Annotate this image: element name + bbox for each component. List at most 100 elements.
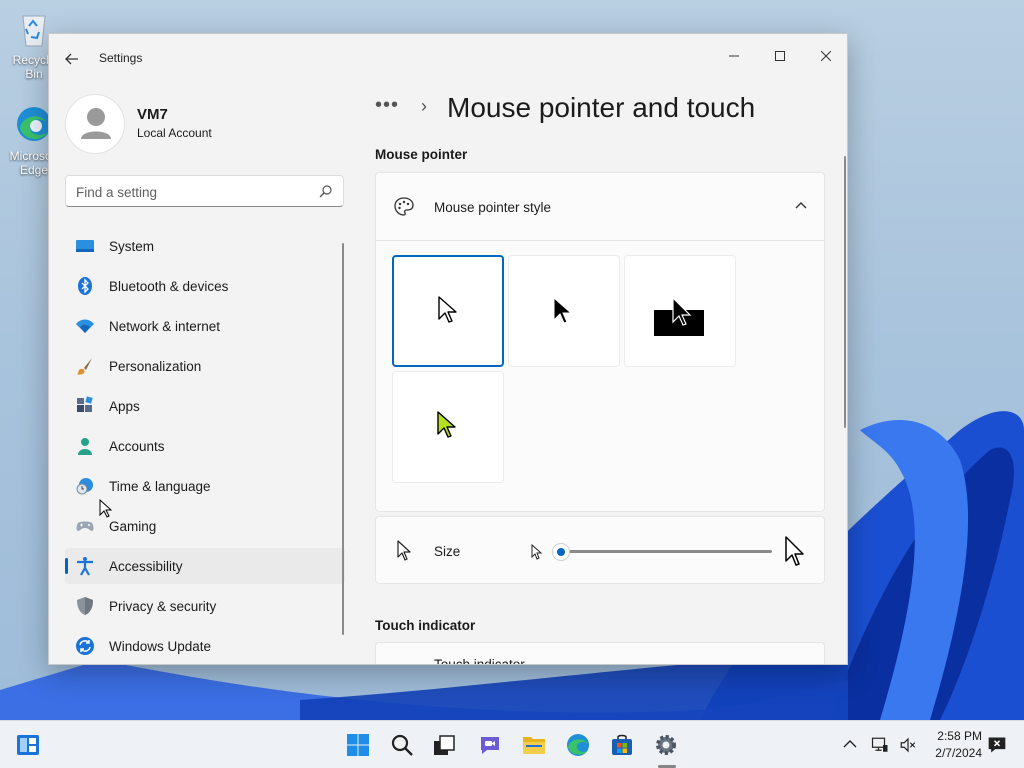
pointer-style-black[interactable] bbox=[508, 255, 620, 367]
task-view-icon bbox=[434, 735, 455, 755]
task-view-button[interactable] bbox=[428, 729, 460, 761]
clock-date[interactable]: 2/7/2024 bbox=[926, 746, 982, 760]
update-icon bbox=[76, 637, 94, 655]
edge-taskbar-button[interactable] bbox=[562, 729, 594, 761]
chat-button[interactable] bbox=[474, 729, 506, 761]
sidebar-item-label: Gaming bbox=[109, 519, 157, 534]
touch-indicator-label: Touch indicator bbox=[434, 657, 525, 665]
sidebar-item-privacy[interactable]: Privacy & security bbox=[65, 588, 345, 624]
widgets-icon bbox=[17, 735, 39, 755]
search-box[interactable] bbox=[65, 175, 344, 207]
sidebar-item-label: Network & internet bbox=[109, 319, 221, 334]
notifications-button[interactable] bbox=[984, 729, 1010, 761]
shield-icon bbox=[77, 597, 93, 615]
close-icon bbox=[820, 50, 832, 62]
pointer-style-white[interactable] bbox=[392, 255, 504, 367]
selection-indicator bbox=[65, 558, 68, 574]
section-title-mouse-pointer: Mouse pointer bbox=[375, 147, 468, 162]
system-icon bbox=[76, 240, 94, 252]
edge-icon bbox=[567, 734, 589, 756]
back-button[interactable] bbox=[61, 48, 83, 70]
size-slider-thumb[interactable] bbox=[552, 543, 570, 561]
notification-icon bbox=[988, 737, 1006, 753]
palette-icon bbox=[394, 197, 414, 216]
search-icon[interactable] bbox=[319, 184, 333, 198]
sidebar-item-system[interactable]: System bbox=[65, 228, 345, 264]
size-label: Size bbox=[434, 544, 461, 559]
sidebar-item-windows-update[interactable]: Windows Update bbox=[65, 628, 345, 664]
mouse-pointer-style-header[interactable]: Mouse pointer style bbox=[376, 173, 824, 241]
content-scrollbar[interactable] bbox=[844, 156, 846, 428]
sidebar-item-label: Windows Update bbox=[109, 639, 212, 654]
mouse-cursor-icon bbox=[99, 499, 113, 518]
pointer-style-inverted[interactable] bbox=[624, 255, 736, 367]
volume-muted-icon bbox=[900, 737, 916, 753]
apps-icon bbox=[77, 396, 93, 412]
maximize-button[interactable] bbox=[757, 40, 803, 72]
accessibility-icon bbox=[77, 557, 93, 576]
inverted-cursor-icon bbox=[654, 296, 704, 336]
start-button[interactable] bbox=[342, 729, 374, 761]
white-cursor-icon bbox=[438, 296, 457, 323]
volume-tray-button[interactable] bbox=[896, 729, 920, 761]
account-type: Local Account bbox=[137, 126, 212, 140]
chevron-right-icon: › bbox=[421, 96, 427, 116]
sidebar-item-accounts[interactable]: Accounts bbox=[65, 428, 345, 464]
sidebar-item-bluetooth[interactable]: Bluetooth & devices bbox=[65, 268, 345, 304]
person-icon bbox=[78, 438, 92, 455]
person-avatar-icon bbox=[81, 108, 111, 139]
network-tray-button[interactable] bbox=[868, 729, 892, 761]
gear-icon bbox=[656, 735, 676, 755]
sidebar-item-label: System bbox=[109, 239, 155, 254]
pointer-style-custom[interactable] bbox=[392, 371, 504, 483]
widgets-button[interactable] bbox=[12, 729, 44, 761]
taskbar-search-button[interactable] bbox=[386, 729, 418, 761]
store-icon bbox=[612, 734, 632, 755]
taskbar: 2:58 PM 2/7/2024 bbox=[0, 720, 1024, 768]
sidebar-item-label: Apps bbox=[109, 399, 140, 414]
settings-taskbar-button[interactable] bbox=[650, 729, 682, 761]
settings-window: Settings VM7 Local Account Find a settin… bbox=[48, 33, 848, 665]
globe-clock-icon bbox=[76, 478, 93, 495]
pointer-size-card: Size bbox=[375, 516, 825, 584]
large-cursor-icon bbox=[785, 536, 804, 566]
avatar bbox=[65, 94, 125, 154]
minimize-button[interactable] bbox=[711, 40, 757, 72]
search-input[interactable] bbox=[76, 182, 306, 202]
chevron-up-icon bbox=[843, 740, 857, 748]
bluetooth-icon bbox=[78, 277, 92, 295]
breadcrumb-more-button[interactable]: ••• bbox=[375, 94, 399, 117]
chevron-up-icon[interactable] bbox=[792, 197, 810, 215]
close-button[interactable] bbox=[803, 40, 847, 72]
custom-color-cursor-icon bbox=[437, 411, 456, 438]
sidebar-item-apps[interactable]: Apps bbox=[65, 388, 345, 424]
mouse-pointer-style-card: Mouse pointer style bbox=[375, 172, 825, 512]
minimize-icon bbox=[729, 55, 739, 57]
sidebar-item-accessibility[interactable]: Accessibility bbox=[65, 548, 345, 584]
sidebar-item-label: Personalization bbox=[109, 359, 202, 374]
title-bar[interactable]: Settings bbox=[49, 34, 847, 82]
show-hidden-icons-button[interactable] bbox=[838, 729, 862, 761]
network-icon bbox=[871, 737, 888, 752]
windows-logo-icon bbox=[347, 734, 369, 756]
folder-icon bbox=[523, 737, 545, 754]
wifi-icon bbox=[76, 319, 94, 333]
sidebar-nav: System Bluetooth & devices Network & int… bbox=[65, 228, 345, 664]
app-title: Settings bbox=[99, 51, 143, 65]
touch-indicator-card[interactable]: Touch indicator bbox=[375, 642, 825, 665]
clock-time[interactable]: 2:58 PM bbox=[926, 729, 982, 743]
store-button[interactable] bbox=[606, 729, 638, 761]
sidebar-item-label: Accounts bbox=[109, 439, 165, 454]
arrow-left-icon bbox=[65, 53, 78, 65]
file-explorer-button[interactable] bbox=[518, 729, 550, 761]
small-cursor-icon bbox=[531, 543, 543, 560]
sidebar-scrollbar[interactable] bbox=[342, 243, 344, 635]
sidebar-item-label: Privacy & security bbox=[109, 599, 217, 614]
page-title: Mouse pointer and touch bbox=[447, 92, 756, 123]
sidebar-item-network[interactable]: Network & internet bbox=[65, 308, 345, 344]
brush-icon bbox=[77, 358, 92, 375]
chat-icon bbox=[481, 737, 499, 754]
mouse-pointer-style-label: Mouse pointer style bbox=[434, 200, 552, 215]
size-slider-track[interactable] bbox=[562, 550, 772, 553]
sidebar-item-personalization[interactable]: Personalization bbox=[65, 348, 345, 384]
